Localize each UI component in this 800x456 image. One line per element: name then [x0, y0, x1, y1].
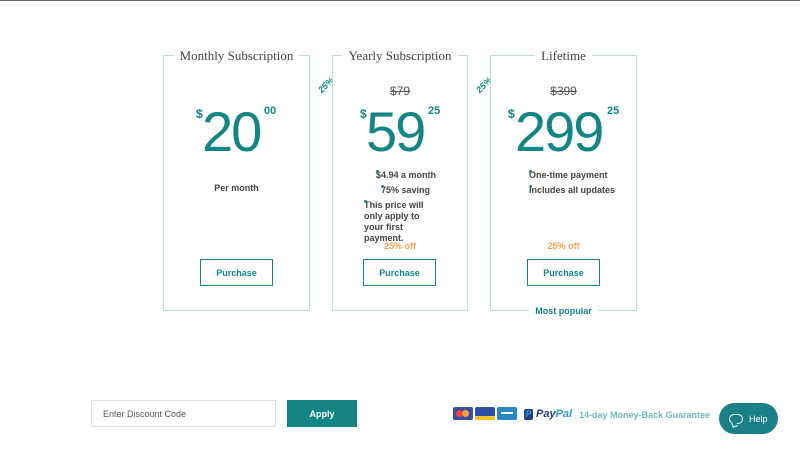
- help-label: Help: [749, 413, 768, 424]
- discount-label: 25% off: [547, 241, 580, 251]
- money-back-guarantee: 14-day Money-Back Guarantee: [579, 410, 711, 420]
- apply-button[interactable]: Apply: [287, 400, 357, 427]
- paypal-logo: P PayPal: [524, 407, 572, 421]
- most-popular-badge: Most popular: [490, 305, 637, 317]
- price-cents: 00: [264, 105, 277, 117]
- discount-label: 25% off: [383, 241, 416, 251]
- price-amount: 59: [366, 100, 426, 163]
- feature-list: $4.94 a month 75% saving This price will…: [333, 170, 467, 248]
- price-amount: 299: [515, 100, 604, 163]
- paypal-wordmark: PayPal: [536, 408, 573, 420]
- plan-title: Monthly Subscription: [164, 47, 309, 65]
- mastercard-icon: [453, 407, 473, 420]
- discount-code-input[interactable]: [91, 400, 276, 427]
- feature-item: This price will only apply to your first…: [333, 200, 436, 244]
- plan-card-monthly: Monthly Subscription $ 20 00 Per month P…: [163, 48, 310, 311]
- plan-card-yearly: Yearly Subscription $79 $ 59 25 $4.94 a …: [332, 48, 468, 311]
- price-cents: 25: [607, 105, 620, 117]
- plan-card-lifetime: Lifetime $399 $ 299 25 One-time payment …: [490, 48, 637, 311]
- purchase-button-lifetime[interactable]: Purchase: [527, 259, 600, 286]
- top-divider: [0, 0, 800, 1]
- purchase-button-monthly[interactable]: Purchase: [200, 259, 273, 286]
- old-price: $399: [550, 84, 577, 98]
- plan-subtitle: Per month: [214, 183, 259, 193]
- price-cents: 25: [428, 105, 441, 117]
- purchase-button-yearly[interactable]: Purchase: [363, 259, 436, 286]
- feature-item: 75% saving: [333, 185, 467, 196]
- feature-list: One-time payment Includes all updates: [491, 170, 636, 200]
- help-button[interactable]: Help: [719, 403, 778, 434]
- feature-item: One-time payment: [491, 170, 636, 181]
- paypal-icon: P: [524, 408, 533, 420]
- amex-icon: [497, 407, 517, 420]
- currency-symbol: $: [508, 107, 515, 121]
- old-price: $79: [389, 84, 411, 98]
- feature-item: $4.94 a month: [333, 170, 467, 181]
- plan-price: $ 59 25: [333, 102, 467, 162]
- plan-title: Lifetime: [491, 47, 636, 65]
- plan-title: Yearly Subscription: [333, 47, 467, 65]
- plan-price: $ 20 00: [164, 102, 309, 162]
- price-amount: 20: [202, 100, 262, 163]
- visa-icon: [475, 407, 495, 420]
- plan-price: $ 299 25: [491, 102, 636, 162]
- chat-bubble-icon: [729, 413, 743, 424]
- feature-item: Includes all updates: [491, 185, 636, 196]
